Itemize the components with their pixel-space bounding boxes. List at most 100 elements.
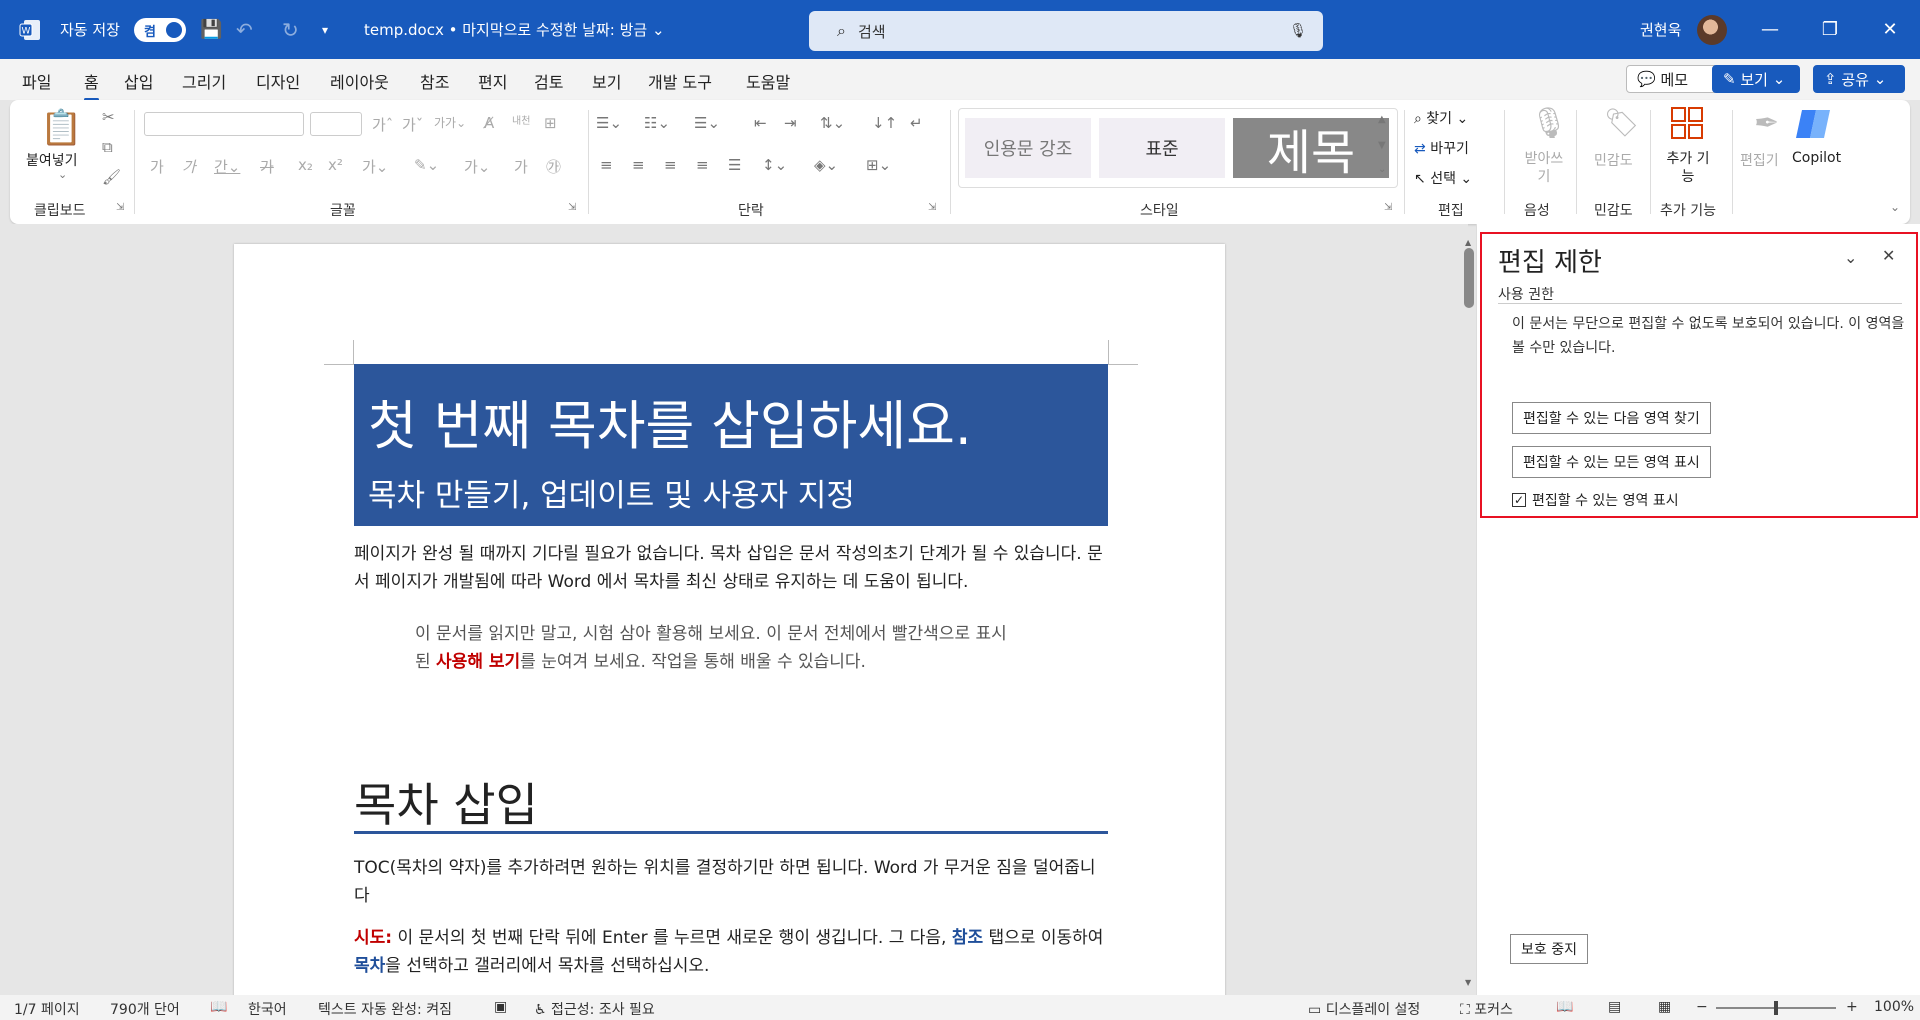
addins-icon[interactable] [1670, 106, 1704, 144]
align-center-icon[interactable]: ≡ [632, 156, 645, 174]
zoom-slider-thumb[interactable] [1774, 1001, 1778, 1015]
sensitivity-button-label[interactable]: 민감도 [1594, 150, 1633, 170]
char-border-icon[interactable]: ⊞ [544, 114, 557, 132]
align-right-icon[interactable]: ≡ [664, 156, 677, 174]
borders-icon[interactable]: ⊞⌄ [866, 156, 891, 174]
section-heading[interactable]: 목차 삽입 [354, 769, 538, 835]
distribute-icon[interactable]: ☰ [728, 156, 741, 174]
scroll-thumb[interactable] [1464, 248, 1474, 308]
format-painter-icon[interactable]: 🖌 [102, 168, 121, 186]
text-predictions[interactable]: 텍스트 자동 완성: 켜짐 [318, 999, 452, 1019]
customize-qat-icon[interactable]: ▾ [322, 0, 328, 59]
read-mode-icon[interactable]: 📖 [1556, 999, 1573, 1015]
find-next-region-button[interactable]: 편집할 수 있는 다음 영역 찾기 [1512, 402, 1711, 434]
grow-font-icon[interactable]: 가ˆ [372, 114, 393, 135]
editor-label[interactable]: 편집기 [1740, 150, 1779, 170]
paste-dropdown-icon[interactable]: ⌄ [58, 168, 67, 181]
highlight-regions-checkbox[interactable]: ✓ 편집할 수 있는 영역 표시 [1512, 490, 1679, 510]
find-button[interactable]: ⌕ 찾기 ⌄ [1414, 108, 1468, 128]
bullets-icon[interactable]: ☰⌄ [596, 114, 622, 132]
gallery-more-icon[interactable]: ⌄ [1378, 164, 1386, 175]
font-size-dropdown[interactable] [310, 112, 362, 136]
proofing-icon[interactable]: 📖 [210, 999, 227, 1015]
gallery-down-icon[interactable]: ▼ [1378, 140, 1386, 151]
tab-references[interactable]: 참조 [420, 69, 449, 93]
line-spacing-icon[interactable]: ↕⌄ [762, 156, 787, 174]
tab-review[interactable]: 검토 [534, 69, 563, 93]
memo-button[interactable]: 💬 메모 [1626, 65, 1718, 93]
ribbon-collapse-icon[interactable]: ⌄ [1890, 200, 1900, 214]
superscript-icon[interactable]: x² [328, 156, 343, 174]
stop-protection-button[interactable]: 보호 중지 [1510, 934, 1588, 964]
gallery-up-icon[interactable]: ▲ [1378, 114, 1386, 125]
addins-button-label[interactable]: 추가 기능 [1664, 150, 1712, 186]
language[interactable]: 한국어 [248, 999, 287, 1019]
redo-icon[interactable]: ↻ [282, 0, 299, 59]
bold-icon[interactable]: 가 [150, 156, 164, 177]
shrink-font-icon[interactable]: 가ˇ [402, 114, 423, 135]
asian-layout-icon[interactable]: ⇅⌄ [820, 114, 845, 132]
text-effects-icon[interactable]: 가⌄ [362, 156, 388, 177]
font-color-icon[interactable]: 가⌄ [464, 156, 490, 177]
clear-format-icon[interactable]: A̸ [484, 114, 494, 132]
share-button[interactable]: ⇪ 공유 ⌄ [1813, 65, 1905, 93]
display-settings[interactable]: ▭ 디스플레이 설정 [1308, 999, 1420, 1019]
style-normal[interactable]: 표준 [1099, 118, 1225, 178]
tab-design[interactable]: 디자인 [256, 69, 300, 93]
paste-icon[interactable]: 📋 [40, 108, 82, 148]
font-launcher-icon[interactable]: ⇲ [568, 202, 576, 213]
paste-label[interactable]: 붙여넣기 [26, 150, 78, 170]
search-box[interactable]: ⌕ 검색 🎙 [809, 11, 1323, 51]
subscript-icon[interactable]: x₂ [298, 156, 313, 174]
copilot-icon[interactable] [1794, 106, 1834, 146]
copilot-label[interactable]: Copilot [1792, 150, 1841, 166]
sensitivity-icon[interactable]: 🏷 [1604, 106, 1640, 139]
document-page[interactable]: 첫 번째 목차를 삽입하세요. 목차 만들기, 업데이트 및 사용자 지정 페이… [234, 244, 1225, 1004]
page-count[interactable]: 1/7 페이지 [14, 999, 80, 1019]
phonetic-icon[interactable]: 내천 [512, 112, 530, 127]
vertical-scrollbar[interactable]: ▲ ▼ [1464, 238, 1474, 990]
increase-indent-icon[interactable]: ⇥ [784, 114, 797, 132]
editor-icon[interactable]: ✒ [1754, 106, 1779, 141]
tab-draw[interactable]: 그리기 [182, 69, 226, 93]
replace-button[interactable]: ⇄ 바꾸기 [1414, 138, 1469, 158]
tab-mailings[interactable]: 편지 [478, 69, 507, 93]
zoom-in-icon[interactable]: + [1846, 999, 1858, 1015]
body-paragraph-3[interactable]: 시도: 이 문서의 첫 번째 단락 뒤에 Enter 를 누르면 새로운 행이 … [354, 924, 1108, 980]
align-left-icon[interactable]: ≡ [600, 156, 613, 174]
multilevel-list-icon[interactable]: ☰⌄ [694, 114, 720, 132]
style-title[interactable]: 제목 [1233, 118, 1389, 178]
tab-insert[interactable]: 삽입 [124, 69, 153, 93]
change-case-icon[interactable]: 가가⌄ [434, 114, 466, 131]
paragraph-launcher-icon[interactable]: ⇲ [928, 202, 936, 213]
copy-icon[interactable]: ⧉ [102, 138, 113, 156]
dictate-label[interactable]: 받아쓰기 [1524, 150, 1564, 186]
italic-icon[interactable]: 가 [182, 156, 196, 177]
show-all-regions-button[interactable]: 편집할 수 있는 모든 영역 표시 [1512, 446, 1711, 478]
clipboard-launcher-icon[interactable]: ⇲ [116, 202, 124, 213]
sort-icon[interactable]: ↓↑ [872, 114, 897, 132]
shading-icon[interactable]: ◈⌄ [814, 156, 838, 174]
close-icon[interactable]: ✕ [1882, 246, 1895, 265]
style-intense-quote[interactable]: 인용문 강조 [965, 118, 1091, 178]
document-title[interactable]: temp.docx • 마지막으로 수정한 날짜: 방금 ⌄ [364, 0, 665, 59]
view-mode-button[interactable]: ✎ 보기 ⌄ [1712, 65, 1800, 93]
justify-icon[interactable]: ≡ [696, 156, 709, 174]
macro-icon[interactable]: ▣ [494, 999, 507, 1015]
restore-icon[interactable]: ❐ [1800, 0, 1860, 59]
underline-icon[interactable]: 간⌄ [214, 156, 240, 177]
styles-launcher-icon[interactable]: ⇲ [1384, 202, 1392, 213]
title-banner[interactable]: 첫 번째 목차를 삽입하세요. 목차 만들기, 업데이트 및 사용자 지정 [354, 364, 1108, 526]
scroll-up-icon[interactable]: ▲ [1465, 238, 1471, 247]
microphone-icon[interactable]: 🎙 [1530, 106, 1568, 141]
decrease-indent-icon[interactable]: ⇤ [754, 114, 767, 132]
numbering-icon[interactable]: ☷⌄ [644, 114, 670, 132]
zoom-level[interactable]: 100% [1874, 999, 1914, 1015]
word-count[interactable]: 790개 단어 [110, 999, 180, 1019]
scroll-down-icon[interactable]: ▼ [1465, 978, 1471, 987]
accessibility-status[interactable]: ♿ 접근성: 조사 필요 [534, 999, 655, 1019]
cut-icon[interactable]: ✂ [102, 108, 115, 126]
focus-mode[interactable]: ⛶ 포커스 [1460, 999, 1513, 1019]
select-button[interactable]: ↖ 선택 ⌄ [1414, 168, 1472, 188]
zoom-out-icon[interactable]: − [1696, 999, 1708, 1015]
